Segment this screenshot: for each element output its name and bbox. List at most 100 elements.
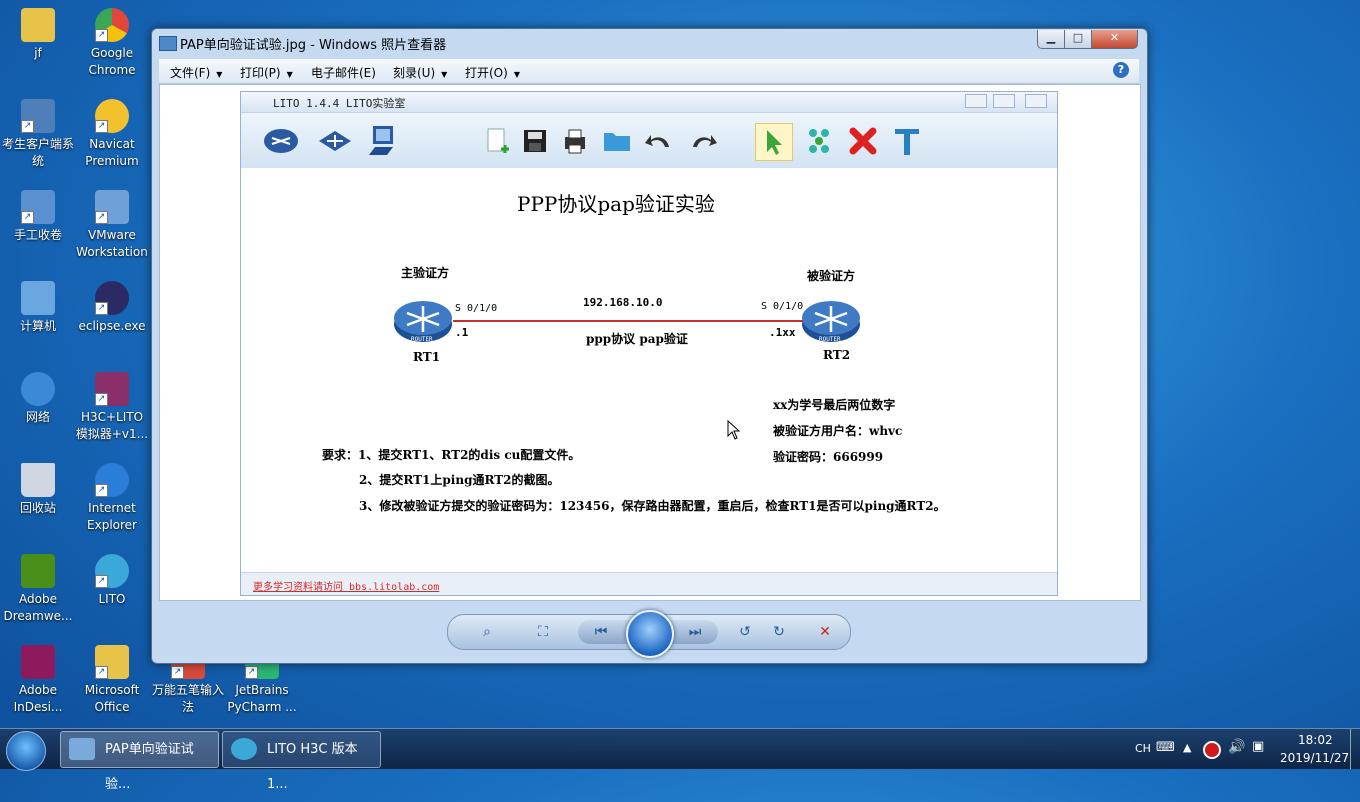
start-button[interactable] (6, 731, 46, 771)
clock-time[interactable]: 18:02 (1298, 733, 1333, 747)
print-icon (565, 129, 585, 154)
rt2-name: RT2 (823, 348, 851, 362)
desktop-icon-vmware[interactable]: ↗ VMware Workstation (74, 186, 150, 261)
desktop-icon-indesign[interactable]: Adobe InDesi... (0, 641, 76, 716)
shortcut-arrow-icon: ↗ (95, 484, 108, 497)
show-desktop-button[interactable] (1350, 729, 1360, 769)
folder-icon (21, 8, 55, 42)
photo-viewer-window: PAP单向验证试验.jpg - Windows 照片查看器 ▁ □ ✕ 文件(F… (151, 28, 1148, 664)
minimize-button[interactable]: ▁ (1037, 30, 1065, 49)
shortcut-arrow-icon: ↗ (95, 666, 108, 679)
delete-icon (849, 127, 877, 155)
router-icon (264, 129, 298, 153)
close-button[interactable]: ✕ (1091, 30, 1138, 49)
rt2-ip-label: .1xx (769, 326, 796, 339)
fit-to-window-icon[interactable]: ⛶ (532, 622, 554, 642)
computer-icon (21, 281, 55, 315)
lito-screenshot: LITO 1.4.4 LITO实验室 PPP协议pap验证实验 主验证方 被验证… (240, 91, 1058, 596)
note-password: 验证密码：666999 (773, 450, 884, 464)
chevron-down-icon: ▼ (513, 70, 520, 79)
desktop-icon-recycle-bin[interactable]: 回收站 (0, 459, 76, 517)
topology-canvas: PPP协议pap验证实验 主验证方 被验证方 ROUTER ROUTER S 0… (241, 168, 1057, 572)
photo-viewer-icon (159, 36, 177, 51)
requirement-2: 2、提交RT1上ping通RT2的截图。 (359, 473, 560, 487)
maximize-button[interactable]: □ (1064, 30, 1092, 49)
rt1-name: RT1 (413, 350, 441, 364)
photo-viewer-icon (69, 738, 95, 760)
vmware-icon: ↗ (95, 190, 129, 224)
lito-title: LITO 1.4.4 LITO实验室 (273, 97, 406, 110)
menu-print[interactable]: 打印(P) ▼ (240, 64, 293, 81)
clock-date[interactable]: 2019/11/27 (1280, 751, 1349, 765)
shortcut-arrow-icon: ↗ (95, 29, 108, 42)
eclipse-icon: ↗ (95, 281, 129, 315)
desktop-icon-jf[interactable]: jf (0, 4, 76, 62)
taskbar-item-photo-viewer[interactable]: PAP单向验证试验... (60, 731, 219, 792)
shortcut-arrow-icon: ↗ (171, 666, 184, 679)
shortcut-arrow-icon: ↗ (95, 120, 108, 133)
input-language[interactable]: CH (1135, 742, 1151, 755)
lito-toolbar (241, 112, 1057, 169)
requirement-3: 3、修改被验证方提交的验证密码为：123456，保存路由器配置，重启后，检查RT… (359, 499, 946, 513)
navicat-icon: ↗ (95, 99, 129, 133)
shortcut-arrow-icon: ↗ (95, 393, 108, 406)
desktop-icon-eclipse[interactable]: ↗ eclipse.exe (74, 277, 150, 335)
folder-icon: ↗ (95, 645, 129, 679)
keyboard-icon[interactable]: ⌨ (1156, 740, 1175, 755)
rotate-left-icon[interactable]: ↺ (734, 622, 756, 642)
desktop-icon-ie[interactable]: ↗ Internet Explorer (74, 459, 150, 534)
shortcut-arrow-icon: ↗ (21, 120, 34, 133)
volume-icon[interactable]: 🔊 (1228, 739, 1245, 755)
menu-file[interactable]: 文件(F) ▼ (170, 64, 222, 81)
delete-image-icon[interactable]: ✕ (814, 622, 836, 642)
menu-open[interactable]: 打开(O) ▼ (465, 64, 520, 81)
shortcut-arrow-icon: ↗ (95, 211, 108, 224)
next-icon[interactable]: ⏭ (684, 622, 706, 642)
window-title: PAP单向验证试验.jpg - Windows 照片查看器 (180, 38, 447, 53)
serial-link-line (453, 320, 803, 322)
record-icon[interactable] (1203, 741, 1221, 759)
desktop-icon-h3c-lito[interactable]: ↗ H3C+LITO 模拟器+v1... (74, 368, 150, 443)
rotate-right-icon[interactable]: ↻ (768, 622, 790, 642)
dreamweaver-icon (21, 554, 55, 588)
shortcut-arrow-icon: ↗ (95, 575, 108, 588)
desktop-icon-navicat[interactable]: ↗ Navicat Premium (74, 95, 150, 170)
desktop-icon-network[interactable]: 网络 (0, 368, 76, 426)
desktop-icon-exam-client[interactable]: ↗ 考生客户端系统 (0, 95, 76, 170)
desktop-icon-computer[interactable]: 计算机 (0, 277, 76, 335)
note-student-id: xx为学号最后两位数字 (773, 398, 896, 412)
menu-burn[interactable]: 刻录(U) ▼ (393, 64, 447, 81)
help-icon[interactable]: ? (1113, 62, 1129, 78)
previous-icon[interactable]: ⏮ (590, 622, 612, 642)
diagram-title: PPP协议pap验证实验 (517, 192, 715, 216)
image-viewport: LITO 1.4.4 LITO实验室 PPP协议pap验证实验 主验证方 被验证… (159, 84, 1141, 601)
lito-close-icon (1025, 94, 1047, 108)
taskbar-item-lito[interactable]: LITO H3C 版本 1... (222, 731, 381, 792)
forum-link: 更多学习资料请访问 bbs.litolab.com (253, 582, 440, 593)
open-folder-icon (604, 133, 630, 151)
text-tool-icon (895, 129, 919, 155)
mouse-cursor-icon (727, 420, 741, 440)
network-status-icon[interactable]: ▣ (1252, 739, 1264, 754)
new-file-icon (487, 128, 509, 153)
desktop-icon-lito[interactable]: ↗ LITO (74, 550, 150, 608)
desktop-icon-office[interactable]: ↗ Microsoft Office (74, 641, 150, 716)
desktop-icon-manual-collect[interactable]: ↗ 手工收卷 (0, 186, 76, 244)
show-hidden-icons-icon[interactable]: ▲ (1183, 741, 1191, 754)
zoom-icon[interactable]: ⌕ (476, 622, 498, 642)
menu-email[interactable]: 电子邮件(E) (311, 64, 376, 81)
slideshow-button[interactable] (626, 610, 674, 658)
undo-icon (645, 135, 669, 147)
chevron-down-icon: ▼ (441, 70, 448, 79)
archive-icon: ↗ (95, 372, 129, 406)
recycle-bin-icon (21, 463, 55, 497)
lito-minimize-icon (965, 94, 987, 108)
rt1-ip-label: .1 (455, 326, 469, 339)
desktop-icon-dreamweaver[interactable]: Adobe Dreamwe... (0, 550, 76, 625)
chrome-icon: ↗ (95, 8, 129, 42)
desktop-icon-chrome[interactable]: ↗ Google Chrome (74, 4, 150, 79)
save-icon (524, 130, 546, 152)
viewer-controls: ⌕ ⛶ ⏮ ⏭ ↺ ↻ ✕ (447, 610, 851, 658)
lito-titlebar: LITO 1.4.4 LITO实验室 (241, 92, 1057, 112)
rt2-port-label: S 0/1/0 (761, 301, 804, 312)
